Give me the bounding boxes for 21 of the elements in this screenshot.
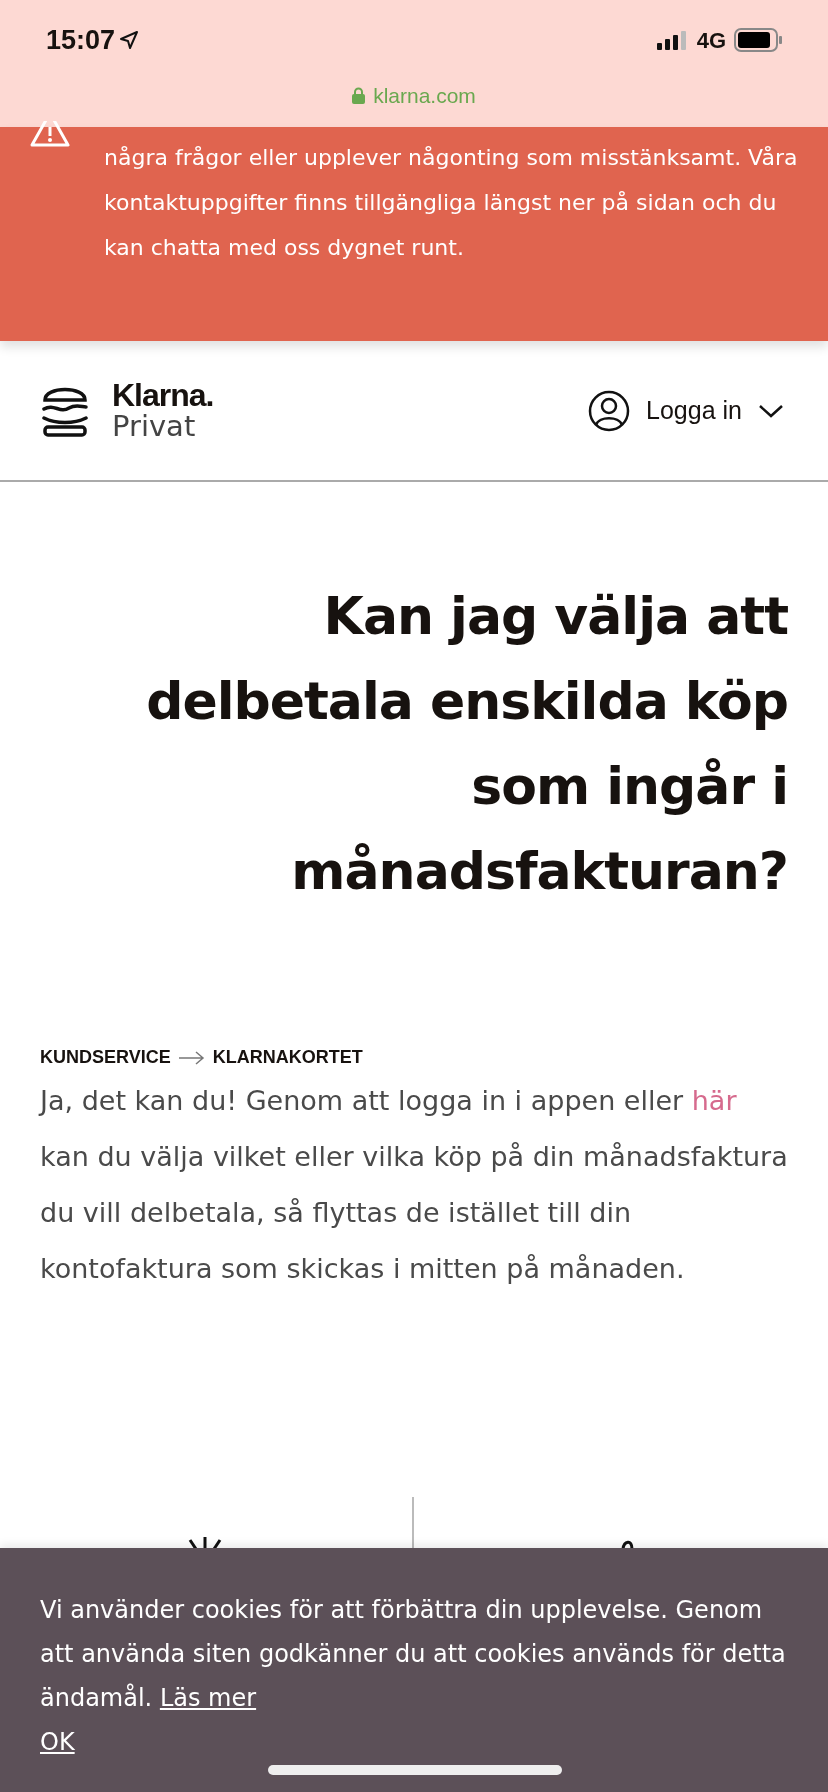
article-body: Ja, det kan du! Genom att logga in i appen eller här kan du välja vilket eller vilka köp på din månadsfaktura du vill delbetala, så flyttas de istället till din kontofaktura som skickas i mitten på månaden. <box>37 1084 789 1286</box>
lock-icon <box>352 87 366 105</box>
network-label: 4G <box>696 26 726 55</box>
arrow-right-icon <box>178 1050 205 1065</box>
breadcrumb-link[interactable]: KLARNAKORTET <box>212 1044 363 1071</box>
alert-text: några frågor eller upplever någonting som misstänksamt. Våra kontaktuppgifter finns tillgängliga längst ner på sidan och du kan chatta med oss dygnet runt. <box>104 144 798 262</box>
brand-logo[interactable]: Klarna. <box>112 378 214 411</box>
warning-icon <box>30 121 70 147</box>
signal-icon <box>656 30 689 50</box>
breadcrumb-link[interactable]: KUNDSERVICE <box>40 1044 171 1071</box>
location-icon <box>119 30 140 50</box>
read-more-link[interactable]: Läs mer <box>159 1684 257 1712</box>
ok-button[interactable]: OK <box>40 1720 75 1764</box>
battery-icon <box>734 28 782 52</box>
chevron-down-icon <box>758 402 784 419</box>
user-icon <box>588 389 631 432</box>
article-title: Kan jag välja att delbetala enskilda köp som ingår i månadsfakturan? <box>145 585 789 903</box>
login-button[interactable]: Logga in <box>582 388 790 433</box>
section-label: Privat <box>112 410 197 443</box>
status-time: 15:07 <box>46 23 116 57</box>
cookie-text: Vi använder cookies för att förbättra din upplevelse. Genom att använda siten godkänner du att cookies används för detta ändamål. Läs mer <box>40 1595 787 1714</box>
